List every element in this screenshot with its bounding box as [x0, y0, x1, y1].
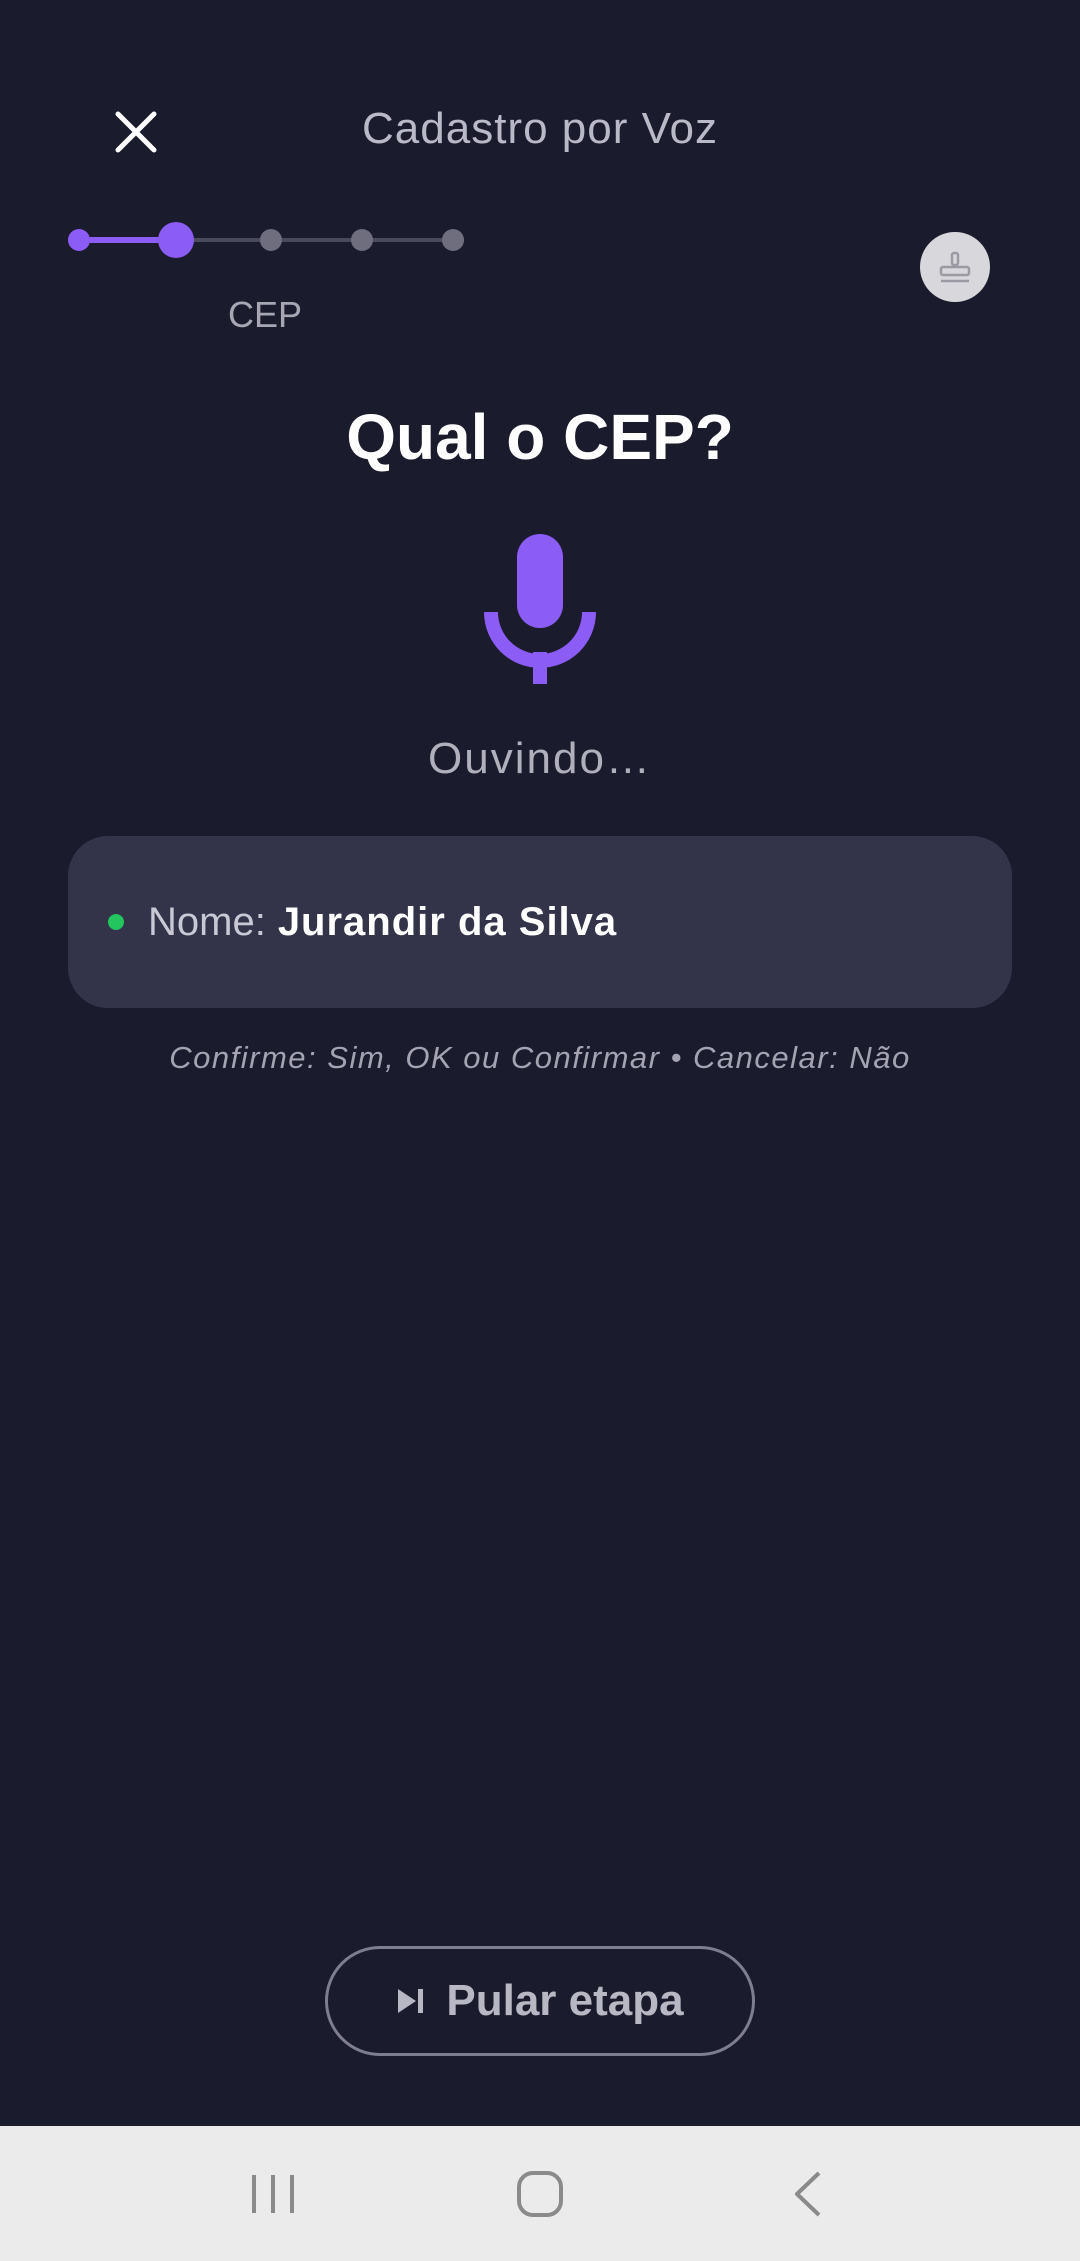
field-label: Nome: — [148, 899, 266, 944]
step-dot-3 — [260, 229, 282, 251]
page-title: Cadastro por Voz — [362, 104, 718, 153]
question-heading: Qual o CEP? — [346, 401, 734, 473]
profile-button[interactable] — [920, 232, 990, 302]
collected-data-card: Nome: Jurandir da Silva — [68, 836, 1012, 1008]
listening-status: Ouvindo… — [428, 734, 652, 783]
status-dot — [108, 914, 124, 930]
system-navigation-bar — [0, 2126, 1080, 2261]
step-dot-4 — [351, 229, 373, 251]
back-button[interactable] — [767, 2154, 847, 2234]
skip-next-icon — [398, 1989, 424, 2013]
step-dot-2 — [158, 222, 194, 258]
microphone-icon — [484, 534, 596, 684]
voice-commands-hint: Confirme: Sim, OK ou Confirmar • Cancela… — [169, 1040, 911, 1075]
step-dot-5 — [442, 229, 464, 251]
progress-stepper — [68, 220, 474, 260]
recents-button[interactable] — [233, 2154, 313, 2234]
home-button[interactable] — [500, 2154, 580, 2234]
field-value: Jurandir da Silva — [277, 899, 618, 944]
stamp-icon — [939, 251, 971, 283]
skip-step-button[interactable]: Pular etapa — [325, 1946, 755, 2056]
step-dot-1 — [68, 229, 90, 251]
skip-step-label: Pular etapa — [446, 1976, 684, 2025]
recents-icon — [252, 2174, 295, 2213]
current-step-label: CEP — [228, 294, 303, 335]
home-icon — [516, 2170, 563, 2217]
voice-registration-screen: Cadastro por Voz CEP Qual o CEP? Ouvindo… — [0, 0, 1080, 2261]
back-icon — [794, 2171, 821, 2216]
